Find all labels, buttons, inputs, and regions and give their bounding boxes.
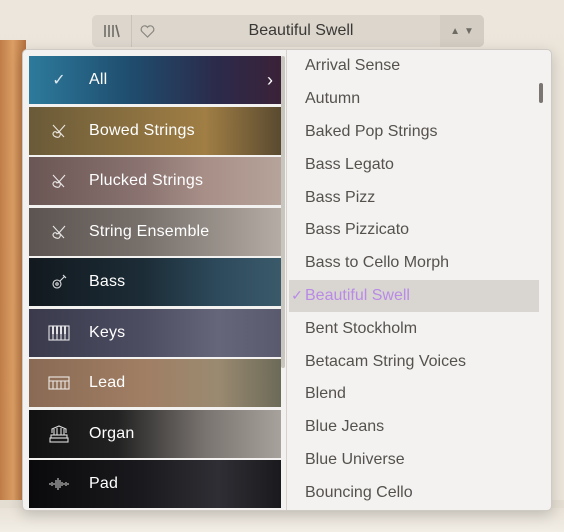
category-label: Lead: [89, 374, 126, 391]
preset-scrollbar[interactable]: [539, 83, 543, 103]
preset-item[interactable]: Blue Jeans: [289, 411, 539, 444]
preset-label: Beautiful Swell: [305, 286, 410, 304]
heart-icon[interactable]: [132, 15, 162, 47]
preset-nav: ▲ ▼: [440, 15, 484, 47]
category-label: Organ: [89, 424, 135, 442]
preset-item[interactable]: Autumn: [289, 83, 539, 116]
preset-label: Betacam String Voices: [305, 352, 466, 370]
category-scrollbar[interactable]: [281, 56, 285, 368]
preset-name[interactable]: Beautiful Swell: [162, 22, 440, 40]
preset-label: Bass Pizz: [305, 188, 376, 206]
preset-item[interactable]: Betacam String Voices: [289, 345, 539, 378]
preset-label: Bass Legato: [305, 155, 394, 173]
category-string-ensemble[interactable]: String Ensemble: [29, 207, 281, 256]
next-preset-button[interactable]: ▼: [464, 26, 474, 37]
category-label: String Ensemble: [89, 222, 210, 240]
category-label: Keys: [89, 323, 126, 341]
category-plucked-strings[interactable]: Plucked Strings: [29, 157, 281, 205]
prev-preset-button[interactable]: ▲: [450, 26, 460, 37]
preset-item-selected[interactable]: ✓ Beautiful Swell: [289, 279, 539, 313]
category-label: Plucked Strings: [89, 172, 204, 189]
column-divider: [286, 50, 287, 510]
preset-label: Bouncing Cello: [305, 483, 413, 501]
check-icon: ✓: [291, 287, 303, 304]
preset-item[interactable]: Arrival Sense: [289, 50, 539, 83]
library-icon[interactable]: [92, 15, 132, 47]
category-label: All: [89, 71, 108, 88]
chevron-right-icon: ›: [267, 69, 273, 90]
category-list: ✓ All › Bowed Strings Plucked Strings St…: [29, 56, 281, 508]
preset-label: Blue Universe: [305, 450, 405, 468]
preset-item[interactable]: Blue Universe: [289, 444, 539, 477]
background-knob-row: [0, 508, 564, 532]
category-organ[interactable]: Organ: [29, 409, 281, 458]
background-panel: [550, 40, 564, 500]
preset-label: Bass to Cello Morph: [305, 254, 450, 272]
violin-icon: [29, 122, 89, 140]
piano-keys-icon: [29, 324, 89, 341]
waveform-icon: [29, 477, 89, 491]
preset-item[interactable]: Blend: [289, 378, 539, 411]
preset-item[interactable]: Bent Stockholm: [289, 312, 539, 345]
preset-label: Blend: [305, 385, 346, 403]
category-bowed-strings[interactable]: Bowed Strings: [29, 106, 281, 155]
category-all[interactable]: ✓ All ›: [29, 56, 281, 104]
organ-icon: [29, 424, 89, 443]
preset-item[interactable]: Bass Pizzicato: [289, 214, 539, 247]
preset-label: Baked Pop Strings: [305, 122, 438, 140]
preset-label: Bass Pizzicato: [305, 221, 410, 239]
preset-browser-dropdown: ✓ All › Bowed Strings Plucked Strings St…: [22, 49, 552, 511]
preset-item[interactable]: Bass Legato: [289, 148, 539, 181]
preset-label: Autumn: [305, 90, 361, 108]
preset-item[interactable]: Bouncing Cello: [289, 476, 539, 509]
keyboard-icon: [29, 376, 89, 390]
preset-label: Arrival Sense: [305, 57, 401, 75]
category-label: Bass: [89, 273, 126, 290]
violin-icon: [29, 172, 89, 190]
category-keys[interactable]: Keys: [29, 308, 281, 357]
preset-item[interactable]: Bass to Cello Morph: [289, 247, 539, 280]
category-bass[interactable]: Bass: [29, 258, 281, 306]
violin-icon: [29, 223, 89, 241]
preset-list: Arrival Sense Autumn Baked Pop Strings B…: [289, 50, 539, 510]
preset-bar: Beautiful Swell ▲ ▼: [92, 15, 484, 47]
check-icon: ✓: [52, 72, 66, 89]
preset-item[interactable]: Bass Pizz: [289, 181, 539, 214]
guitar-icon: [29, 273, 89, 291]
category-lead[interactable]: Lead: [29, 359, 281, 407]
category-label: Bowed Strings: [89, 121, 195, 139]
preset-label: Bent Stockholm: [305, 319, 418, 337]
category-label: Pad: [89, 475, 119, 492]
category-pad[interactable]: Pad: [29, 460, 281, 508]
preset-item[interactable]: Baked Pop Strings: [289, 116, 539, 149]
preset-label: Blue Jeans: [305, 418, 385, 436]
